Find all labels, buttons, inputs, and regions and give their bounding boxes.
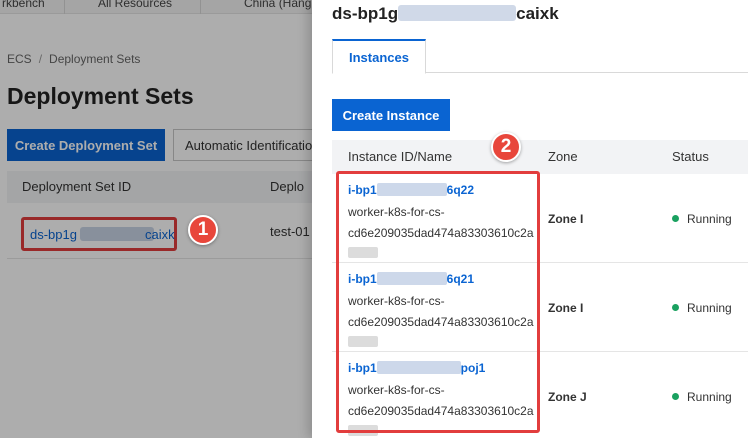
instance-status: Running xyxy=(672,390,732,404)
modal-backdrop[interactable] xyxy=(0,0,312,438)
instance-status: Running xyxy=(672,301,732,315)
running-status-icon xyxy=(672,215,679,222)
create-instance-button[interactable]: Create Instance xyxy=(332,99,450,131)
instance-zone: Zone I xyxy=(548,212,584,226)
instance-status-text: Running xyxy=(687,212,732,226)
drawer-title-prefix: ds-bp1g xyxy=(332,4,399,23)
column-zone: Zone xyxy=(548,149,578,164)
redacted-mask xyxy=(398,5,517,21)
instance-highlight-box xyxy=(336,171,540,433)
instance-table-header: Instance ID/Name Zone Status xyxy=(332,140,748,174)
drawer-title-suffix: caixk xyxy=(516,4,559,23)
running-status-icon xyxy=(672,304,679,311)
running-status-icon xyxy=(672,393,679,400)
step-badge-1: 1 xyxy=(188,215,218,245)
instance-zone: Zone J xyxy=(548,390,587,404)
instance-zone: Zone I xyxy=(548,301,584,315)
instance-status-text: Running xyxy=(687,390,732,404)
step-badge-2: 2 xyxy=(491,132,521,162)
instance-status: Running xyxy=(672,212,732,226)
tab-instances[interactable]: Instances xyxy=(332,39,426,74)
column-instance-id-name: Instance ID/Name xyxy=(348,149,453,164)
drawer-tabs: Instances xyxy=(332,39,748,74)
drawer-title: ds-bp1g caixk xyxy=(332,4,559,24)
column-status: Status xyxy=(672,149,709,164)
instance-status-text: Running xyxy=(687,301,732,315)
